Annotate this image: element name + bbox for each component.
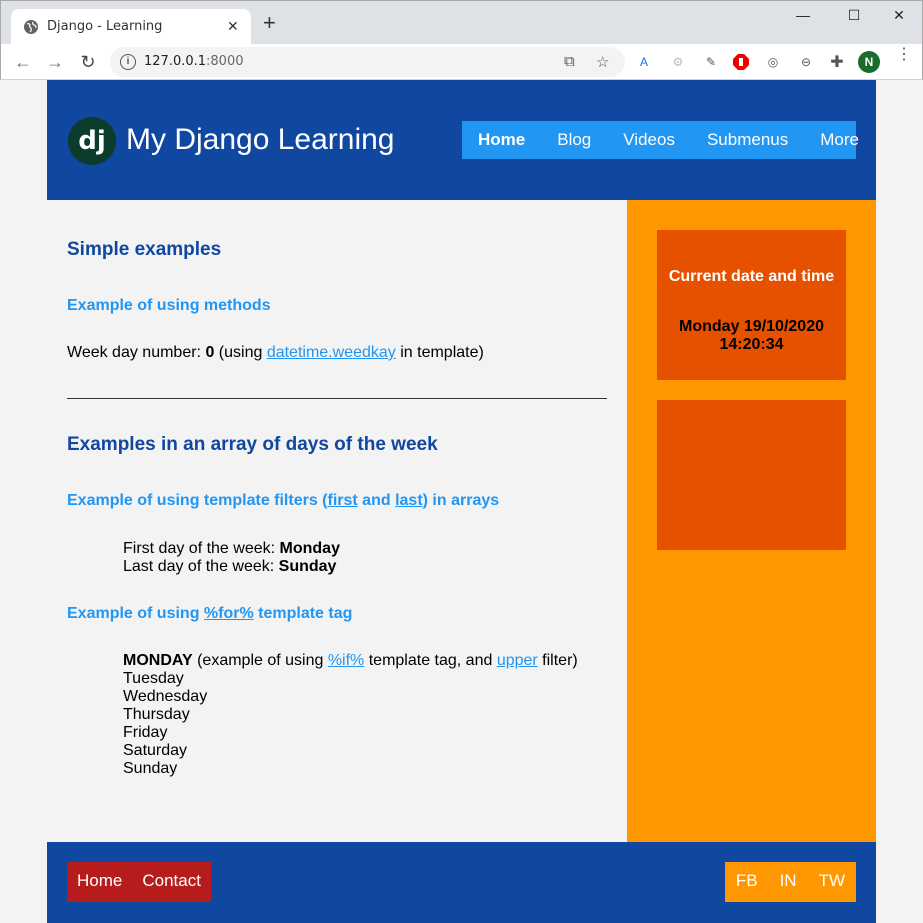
datetime-box: Current date and time Monday 19/10/2020 … [657, 230, 846, 380]
datetime-title: Current date and time [668, 268, 835, 285]
eyedropper-icon[interactable]: ✎ [701, 52, 721, 72]
days-list: MONDAY (example of using %if% template t… [123, 652, 578, 778]
last-day-line: Last day of the week: Sunday [123, 558, 337, 575]
heading-array-examples: Examples in an array of days of the week [67, 434, 438, 455]
browser-tab[interactable]: Django - Learning ✕ [11, 9, 251, 45]
list-item: Tuesday [123, 670, 184, 687]
menu-item-blog[interactable]: Blog [541, 121, 607, 159]
footer-social: FB IN TW [724, 862, 856, 902]
empty-sidebar-box [657, 400, 846, 550]
list-item: Sunday [123, 760, 178, 777]
list-item: MONDAY (example of using %if% template t… [123, 652, 578, 669]
reload-icon[interactable]: ↻ [76, 50, 100, 74]
list-item: Thursday [123, 706, 190, 723]
extension-icon[interactable]: ⚙ [668, 52, 688, 72]
new-tab-button[interactable]: + [263, 12, 276, 34]
window-minimize-button[interactable]: — [788, 7, 818, 27]
menu-item-home[interactable]: Home [462, 121, 541, 159]
back-icon[interactable]: ← [11, 50, 35, 74]
footer-link-tw[interactable]: TW [808, 862, 856, 902]
for-tag-link[interactable]: %for% [204, 605, 254, 622]
heading-filters: Example of using template filters (first… [67, 492, 500, 509]
site-title: My Django Learning [126, 123, 395, 156]
browser-titlebar: Django - Learning ✕ + — ☐ ✕ [0, 0, 923, 45]
upper-filter-link[interactable]: upper [497, 652, 538, 669]
footer-link-in[interactable]: IN [769, 862, 808, 902]
site-header: dj My Django Learning Home Blog Videos S… [47, 80, 876, 200]
first-day-line: First day of the week: Monday [123, 540, 340, 557]
puzzle-icon[interactable]: ✚ [827, 52, 847, 72]
tab-title: Django - Learning [47, 19, 163, 34]
filter-first-link[interactable]: first [328, 492, 358, 509]
footer-link-home[interactable]: Home [67, 862, 132, 902]
extension-code-icon[interactable]: ⊖ [796, 52, 816, 72]
web-page: dj My Django Learning Home Blog Videos S… [47, 80, 876, 923]
main-menu: Home Blog Videos Submenus More [462, 121, 859, 159]
if-tag-link[interactable]: %if% [328, 652, 364, 669]
django-logo: dj [68, 117, 116, 165]
list-item: Wednesday [123, 688, 208, 705]
datetime-value: Monday 19/10/2020 14:20:34 [679, 318, 824, 353]
weekday-line: Week day number: 0 (using datetime.weedk… [67, 344, 484, 361]
footer-link-fb[interactable]: FB [725, 862, 769, 902]
adblock-icon[interactable] [731, 52, 751, 72]
first-last-days: First day of the week: Monday Last day o… [123, 540, 340, 576]
extension-circle-icon[interactable]: ◎ [763, 52, 783, 72]
weekday-link[interactable]: datetime.weedkay [267, 344, 396, 361]
browser-toolbar: ← → ↻ i 127.0.0.1:8000 ⧉ ☆ A ⚙ ✎ ◎ ⊖ ✚ N… [0, 44, 923, 80]
star-icon[interactable]: ☆ [596, 53, 609, 71]
heading-methods: Example of using methods [67, 297, 271, 314]
divider [67, 398, 607, 399]
list-item: Friday [123, 724, 168, 741]
menu-item-submenus[interactable]: Submenus [691, 121, 804, 159]
list-item: Saturday [123, 742, 188, 759]
translate-extension-icon[interactable]: A [634, 52, 654, 72]
window-close-button[interactable]: ✕ [884, 7, 914, 27]
footer-link-contact[interactable]: Contact [132, 862, 211, 902]
globe-icon [24, 20, 38, 34]
address-bar[interactable]: i 127.0.0.1:8000 ⧉ ☆ [110, 47, 625, 77]
translate-icon[interactable]: ⧉ [564, 53, 575, 70]
footer-links: Home Contact [67, 862, 211, 902]
site-footer: Home Contact FB IN TW [47, 842, 876, 923]
weekday-value: 0 [205, 344, 215, 361]
profile-avatar[interactable]: N [858, 51, 880, 73]
url-text[interactable]: 127.0.0.1:8000 [144, 54, 244, 69]
main-content: Simple examples Example of using methods… [47, 200, 627, 842]
info-icon[interactable]: i [120, 54, 136, 70]
forward-icon[interactable]: → [43, 50, 67, 74]
menu-item-more[interactable]: More [804, 121, 875, 159]
filter-last-link[interactable]: last [395, 492, 423, 509]
window-maximize-button[interactable]: ☐ [839, 7, 869, 27]
heading-for-tag: Example of using %for% template tag [67, 605, 353, 622]
tab-close-icon[interactable]: ✕ [227, 18, 239, 35]
browser-menu-icon[interactable]: ⋮ [896, 47, 912, 63]
heading-simple-examples: Simple examples [67, 239, 222, 260]
menu-item-videos[interactable]: Videos [607, 121, 691, 159]
sidebar: Current date and time Monday 19/10/2020 … [627, 200, 876, 842]
